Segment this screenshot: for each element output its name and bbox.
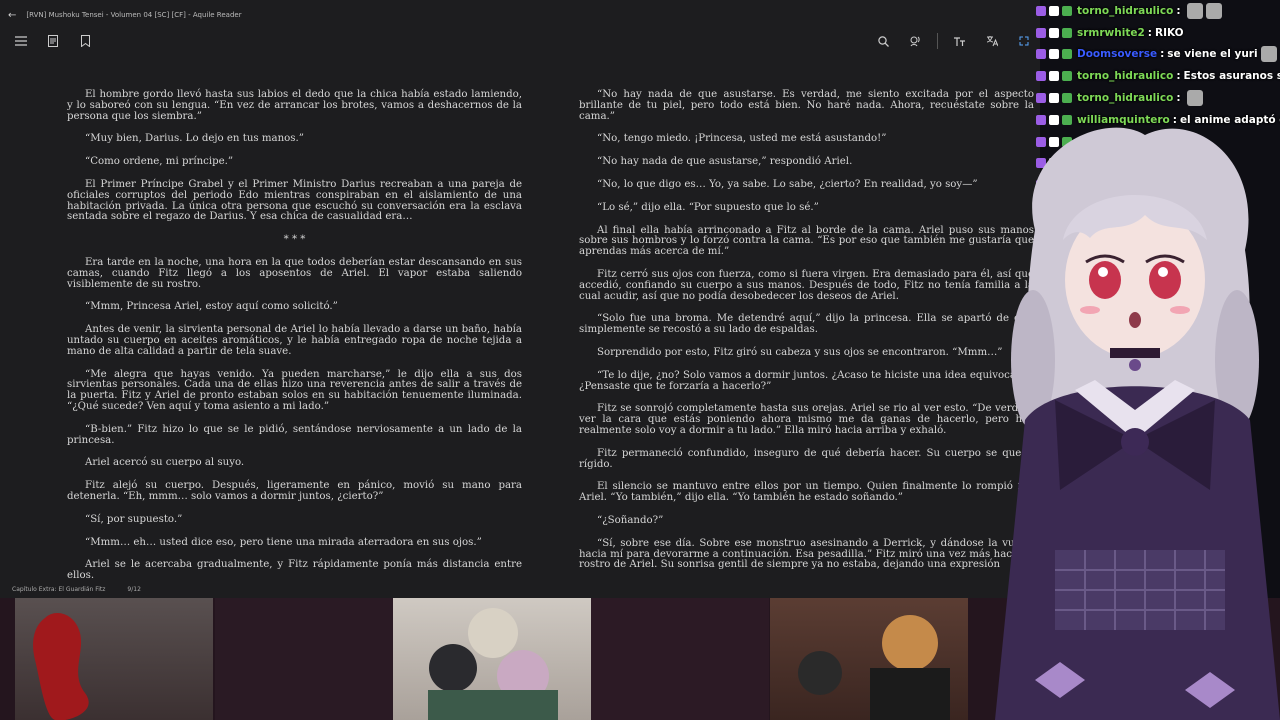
subscriber-badge-icon <box>1036 5 1046 16</box>
chat-message: torno_hidraulico : <box>1036 87 1280 109</box>
vtuber-avatar <box>995 120 1280 720</box>
right-page: “No hay nada de que asustarse. Es verdad… <box>579 89 1034 583</box>
toolbar-right <box>867 30 1040 52</box>
chat-text: RIKO <box>1154 26 1184 39</box>
chat-separator: : <box>1160 48 1165 61</box>
paragraph: “Mmm, Princesa Ariel, estoy aquí como so… <box>85 301 338 313</box>
chapter-title: Capítulo Extra: El Guardián Fitz <box>12 586 106 593</box>
chat-message: srmrwhite2 : RIKO <box>1036 22 1280 44</box>
moderator-badge-icon <box>1062 93 1072 104</box>
bookmark-icon[interactable] <box>74 30 96 52</box>
reader-window: ← [RVN] Mushoku Tensei - Volumen 04 [SC]… <box>0 0 1040 598</box>
chat-username[interactable]: Doomsoverse <box>1077 48 1157 60</box>
chat-separator: : <box>1176 4 1181 17</box>
table-of-contents-icon[interactable] <box>42 30 64 52</box>
subscriber-badge-icon <box>1049 27 1059 38</box>
paragraph: “Lo sé,” dijo ella. “Por supuesto que lo… <box>597 201 819 213</box>
subscriber-badge-icon <box>1036 71 1046 82</box>
moderator-badge-icon <box>1062 71 1072 82</box>
art-thumbnail <box>15 598 213 720</box>
status-bar: Capítulo Extra: El Guardián Fitz 9/12 <box>12 586 141 593</box>
chat-message: torno_hidraulico : <box>1036 0 1280 22</box>
chat-separator: : <box>1147 26 1152 39</box>
paragraph: “¿Soñando?” <box>597 514 664 526</box>
moderator-badge-icon <box>1062 5 1072 16</box>
translate-icon[interactable] <box>981 30 1003 52</box>
chat-username[interactable]: torno_hidraulico <box>1077 70 1173 82</box>
chat-separator: : <box>1176 92 1181 105</box>
search-icon[interactable] <box>872 30 894 52</box>
paragraph: Fitz alejó su cuerpo. Después, ligeramen… <box>67 480 522 502</box>
paragraph: Antes de venir, la sirvienta personal de… <box>67 324 522 357</box>
paragraph: El Primer Príncipe Grabel y el Primer Mi… <box>67 178 522 223</box>
read-aloud-icon[interactable] <box>904 30 926 52</box>
left-page: El hombre gordo llevó hasta sus labios e… <box>67 89 522 594</box>
chat-emote-icon <box>1205 2 1222 19</box>
paragraph: “Sí, sobre ese día. Sobre ese monstruo a… <box>579 537 1034 571</box>
paragraph: Fitz permaneció confundido, inseguro de … <box>579 447 1034 470</box>
paragraph: “B-bien.” Fitz hizo lo que se le pidió, … <box>67 423 522 446</box>
paragraph: “Sí, por supuesto.” <box>85 513 183 525</box>
paragraph: * * * <box>283 234 306 246</box>
chat-emote-icon <box>1186 90 1203 107</box>
subscriber-badge-icon <box>1049 5 1059 16</box>
art-thumbnail <box>393 598 591 720</box>
paragraph: “Me alegra que hayas venido. Ya pueden m… <box>67 368 522 412</box>
art-thumbnail <box>215 598 413 720</box>
chat-username[interactable]: srmrwhite2 <box>1077 27 1145 39</box>
title-bar: ← [RVN] Mushoku Tensei - Volumen 04 [SC]… <box>0 0 1040 30</box>
moderator-badge-icon <box>1062 27 1072 38</box>
paragraph: “Como ordene, mi príncipe.” <box>85 156 234 168</box>
paragraph: “No hay nada de que asustarse. Es verdad… <box>579 89 1034 122</box>
paragraph: Era tarde en la noche, una hora en la qu… <box>67 256 522 290</box>
subscriber-badge-icon <box>1049 71 1059 82</box>
chat-emote-icon <box>1260 46 1277 63</box>
chat-message: Doomsoverse : se viene el yuri <box>1036 44 1280 66</box>
paragraph: “No, tengo miedo. ¡Princesa, usted me es… <box>597 133 887 145</box>
back-arrow-icon[interactable]: ← <box>8 10 16 21</box>
chat-username[interactable]: torno_hidraulico <box>1077 92 1173 104</box>
paragraph: “Mmm… eh… usted dice eso, pero tiene una… <box>85 536 482 548</box>
paragraph: “No hay nada de que asustarse,” respondi… <box>597 156 853 168</box>
art-thumbnail <box>591 598 769 720</box>
menu-icon[interactable] <box>10 30 32 52</box>
toolbar-divider <box>937 33 938 49</box>
paragraph: “No, lo que digo es… Yo, ya sabe. Lo sab… <box>597 178 978 190</box>
page-counter: 9/12 <box>127 586 141 593</box>
chat-text: Estos asuranos son un <box>1183 70 1280 83</box>
subscriber-badge-icon <box>1049 93 1059 104</box>
paragraph: Fitz cerró sus ojos con fuerza, como si … <box>579 268 1034 302</box>
paragraph: Ariel acercó su cuerpo al suyo. <box>85 457 245 469</box>
subscriber-badge-icon <box>1049 49 1059 60</box>
paragraph: Fitz se sonrojó completamente hasta sus … <box>579 403 1034 436</box>
paragraph: “Muy bien, Darius. Lo dejo en tus manos.… <box>85 133 304 145</box>
paragraph: El silencio se mantuvo entre ellos por u… <box>579 481 1034 504</box>
paragraph: Sorprendido por esto, Fitz giró su cabez… <box>597 346 1003 358</box>
paragraph: El hombre gordo llevó hasta sus labios e… <box>67 89 522 122</box>
paragraph: Ariel se le acercaba gradualmente, y Fit… <box>67 559 522 582</box>
chat-separator: : <box>1176 70 1181 83</box>
subscriber-badge-icon <box>1036 49 1046 60</box>
chat-text: se viene el yuri <box>1167 48 1258 61</box>
paragraph: “Te lo dije, ¿no? Solo vamos a dormir ju… <box>579 369 1034 392</box>
window-title: [RVN] Mushoku Tensei - Volumen 04 [SC] [… <box>26 11 242 19</box>
toolbar <box>0 30 1040 52</box>
chat-emote-icon <box>1186 2 1203 19</box>
art-thumbnail <box>770 598 968 720</box>
chat-username[interactable]: torno_hidraulico <box>1077 5 1173 17</box>
paragraph: Al final ella había arrinconado a Fitz a… <box>579 224 1034 258</box>
fullscreen-icon[interactable] <box>1013 30 1035 52</box>
moderator-badge-icon <box>1062 49 1072 60</box>
subscriber-badge-icon <box>1036 27 1046 38</box>
paragraph: “Solo fue una broma. Me detendré aquí,” … <box>579 313 1034 336</box>
text-size-icon[interactable] <box>949 30 971 52</box>
chat-message: torno_hidraulico :Estos asuranos son un <box>1036 65 1280 87</box>
subscriber-badge-icon <box>1036 93 1046 104</box>
